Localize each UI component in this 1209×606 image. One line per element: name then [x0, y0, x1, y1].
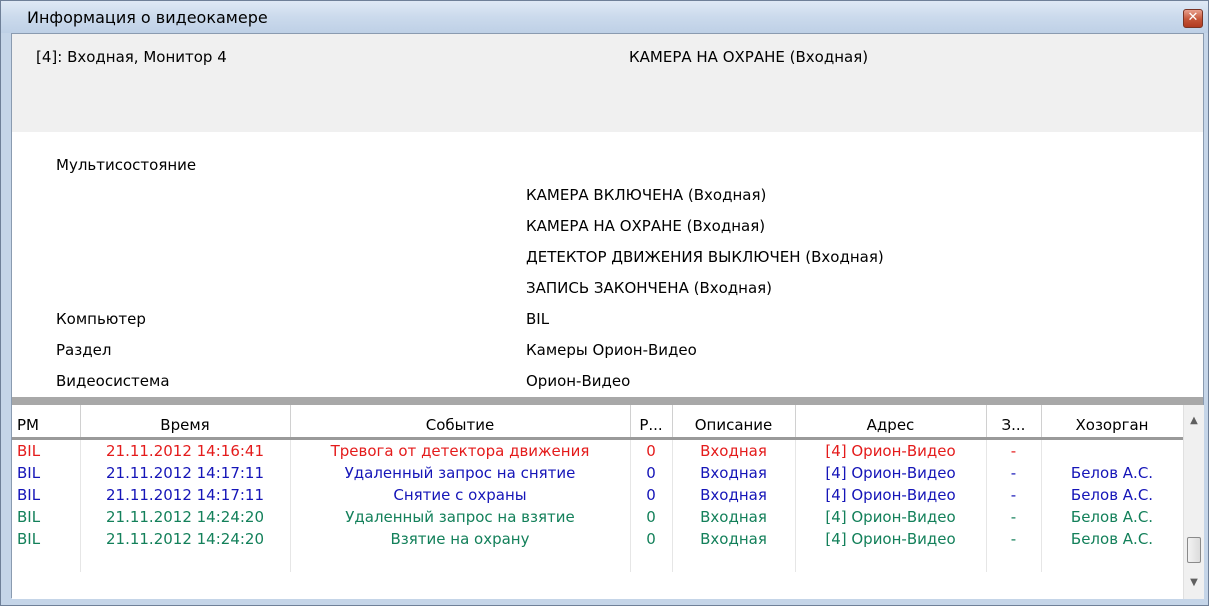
- cell-r: 0: [630, 528, 673, 550]
- cell-z: -: [986, 528, 1042, 550]
- scroll-up-arrow-icon[interactable]: ▲: [1184, 411, 1204, 431]
- cell-address: [4] Орион-Видео: [795, 462, 987, 484]
- section-value: Камеры Орион-Видео: [526, 341, 697, 359]
- window-title: Информация о видеокамере: [27, 8, 268, 27]
- vertical-scrollbar[interactable]: ▲ ▼: [1183, 405, 1204, 599]
- cell-r: 0: [630, 438, 673, 462]
- table-row-empty: [12, 550, 1184, 572]
- cell-time: 21.11.2012 14:17:11: [80, 484, 291, 506]
- content-panel: [4]: Входная, Монитор 4 КАМЕРА НА ОХРАНЕ…: [11, 33, 1204, 599]
- column-header-time[interactable]: Время: [80, 405, 291, 440]
- cell-z: -: [986, 506, 1042, 528]
- splitter[interactable]: [12, 397, 1203, 405]
- title-bar[interactable]: Информация о видеокамере ✕: [1, 1, 1208, 33]
- column-header-r[interactable]: Р...: [630, 405, 673, 440]
- close-icon[interactable]: ✕: [1183, 9, 1203, 28]
- column-header-z[interactable]: З...: [986, 405, 1042, 440]
- cell-time: 21.11.2012 14:17:11: [80, 462, 291, 484]
- cell-rm: BIL: [12, 438, 81, 462]
- cell-address: [4] Орион-Видео: [795, 484, 987, 506]
- computer-value: BIL: [526, 310, 550, 328]
- cell-rm: BIL: [12, 528, 81, 550]
- cell-r: 0: [630, 506, 673, 528]
- cell-z: -: [986, 484, 1042, 506]
- computer-label: Компьютер: [56, 310, 146, 328]
- cell-owner: [1041, 438, 1184, 462]
- column-header-address[interactable]: Адрес: [795, 405, 987, 440]
- scrollbar-thumb[interactable]: [1187, 537, 1201, 563]
- multistate-label: Мультисостояние: [56, 156, 197, 174]
- cell-owner: Белов А.С.: [1041, 506, 1184, 528]
- section-label: Раздел: [56, 341, 112, 359]
- events-table: РМ Время Событие Р... Описание Адрес З..…: [12, 405, 1184, 572]
- table-row[interactable]: BIL 21.11.2012 14:17:11 Снятие с охраны …: [12, 484, 1184, 506]
- cell-description: Входная: [672, 462, 796, 484]
- cell-z: -: [986, 438, 1042, 462]
- info-panel: Мультисостояние КАМЕРА ВКЛЮЧЕНА (Входная…: [12, 132, 1203, 394]
- cell-event: Взятие на охрану: [290, 528, 631, 550]
- table-row[interactable]: BIL 21.11.2012 14:16:41 Тревога от детек…: [12, 438, 1184, 462]
- cell-address: [4] Орион-Видео: [795, 438, 987, 462]
- camera-info-window: Информация о видеокамере ✕ [4]: Входная,…: [0, 0, 1209, 606]
- cell-description: Входная: [672, 438, 796, 462]
- camera-status: КАМЕРА НА ОХРАНЕ (Входная): [629, 48, 869, 66]
- cell-description: Входная: [672, 484, 796, 506]
- column-header-rm[interactable]: РМ: [12, 405, 81, 440]
- cell-time: 21.11.2012 14:16:41: [80, 438, 291, 462]
- table-row[interactable]: BIL 21.11.2012 14:17:11 Удаленный запрос…: [12, 462, 1184, 484]
- cell-event: Снятие с охраны: [290, 484, 631, 506]
- camera-header: [4]: Входная, Монитор 4 КАМЕРА НА ОХРАНЕ…: [12, 34, 1203, 132]
- table-row[interactable]: BIL 21.11.2012 14:24:20 Взятие на охрану…: [12, 528, 1184, 550]
- cell-r: 0: [630, 484, 673, 506]
- cell-rm: BIL: [12, 484, 81, 506]
- cell-z: -: [986, 462, 1042, 484]
- state-item: КАМЕРА ВКЛЮЧЕНА (Входная): [526, 186, 767, 204]
- column-header-owner[interactable]: Хозорган: [1041, 405, 1184, 440]
- state-item: КАМЕРА НА ОХРАНЕ (Входная): [526, 217, 766, 235]
- column-header-description[interactable]: Описание: [672, 405, 796, 440]
- cell-event: Тревога от детектора движения: [290, 438, 631, 462]
- events-grid: РМ Время Событие Р... Описание Адрес З..…: [12, 405, 1204, 599]
- cell-rm: BIL: [12, 462, 81, 484]
- cell-event: Удаленный запрос на снятие: [290, 462, 631, 484]
- cell-r: 0: [630, 462, 673, 484]
- cell-time: 21.11.2012 14:24:20: [80, 528, 291, 550]
- state-item: ЗАПИСЬ ЗАКОНЧЕНА (Входная): [526, 279, 773, 297]
- column-header-event[interactable]: Событие: [290, 405, 631, 440]
- cell-time: 21.11.2012 14:24:20: [80, 506, 291, 528]
- videosystem-value: Орион-Видео: [526, 372, 631, 390]
- camera-name: [4]: Входная, Монитор 4: [36, 48, 227, 66]
- cell-description: Входная: [672, 528, 796, 550]
- cell-owner: Белов А.С.: [1041, 528, 1184, 550]
- scroll-down-arrow-icon[interactable]: ▼: [1184, 573, 1204, 593]
- cell-owner: Белов А.С.: [1041, 484, 1184, 506]
- videosystem-label: Видеосистема: [56, 372, 170, 390]
- cell-address: [4] Орион-Видео: [795, 528, 987, 550]
- state-item: ДЕТЕКТОР ДВИЖЕНИЯ ВЫКЛЮЧЕН (Входная): [526, 248, 884, 266]
- table-row[interactable]: BIL 21.11.2012 14:24:20 Удаленный запрос…: [12, 506, 1184, 528]
- table-header-row: РМ Время Событие Р... Описание Адрес З..…: [12, 405, 1184, 440]
- cell-rm: BIL: [12, 506, 81, 528]
- cell-description: Входная: [672, 506, 796, 528]
- cell-address: [4] Орион-Видео: [795, 506, 987, 528]
- cell-owner: Белов А.С.: [1041, 462, 1184, 484]
- cell-event: Удаленный запрос на взятие: [290, 506, 631, 528]
